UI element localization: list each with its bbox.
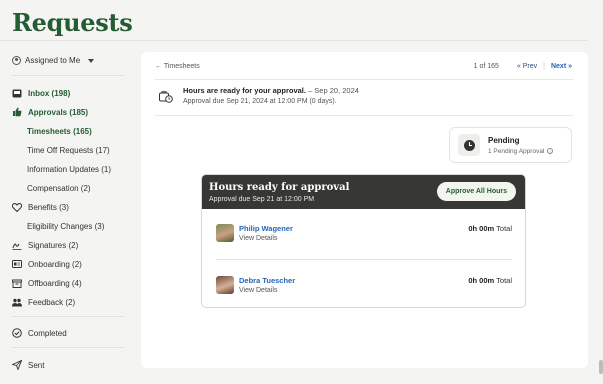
- filter-label: Assigned to Me: [25, 56, 81, 65]
- status-title: Pending: [488, 135, 520, 145]
- sidebar-item-label: Benefits (3): [28, 202, 69, 212]
- clock-icon: [458, 134, 480, 156]
- chevron-down-icon: [88, 58, 95, 63]
- sidebar-item-compensation[interactable]: Compensation (2): [27, 182, 91, 194]
- sidebar-item-label: Feedback (2): [28, 297, 76, 307]
- back-to-timesheets-link[interactable]: ← Timesheets: [155, 63, 200, 70]
- sidebar-item-label: Completed: [28, 328, 67, 338]
- divider: [12, 347, 124, 348]
- status-subtitle: 1 Pending Approval: [488, 147, 545, 155]
- heart-icon: [12, 202, 22, 212]
- sidebar-item-information-updates[interactable]: Information Updates (1): [27, 163, 111, 175]
- prev-link[interactable]: « Prev: [517, 63, 537, 70]
- sidebar-item-feedback[interactable]: Feedback (2): [12, 296, 75, 308]
- approval-panel-title: Hours ready for approval: [209, 182, 350, 193]
- approval-panel-header: Hours ready for approval Approval due Se…: [202, 175, 525, 209]
- id-card-icon: [12, 259, 22, 269]
- next-link[interactable]: Next »: [551, 63, 572, 70]
- approve-all-hours-button[interactable]: Approve All Hours: [436, 182, 516, 201]
- sidebar-item-signatures[interactable]: Signatures (2): [12, 239, 78, 251]
- sidebar-item-eligibility-changes[interactable]: Eligibility Changes (3): [27, 220, 104, 232]
- sidebar-item-label: Onboarding (2): [28, 259, 82, 269]
- sidebar-item-label: Timesheets (165): [27, 126, 92, 136]
- sidebar-item-label: Inbox (198): [28, 88, 71, 98]
- sidebar-item-label: Time Off Requests (17): [27, 145, 110, 155]
- divider: [216, 259, 512, 260]
- inbox-icon: [12, 88, 22, 98]
- sidebar-item-onboarding[interactable]: Onboarding (2): [12, 258, 82, 270]
- check-circle-icon: [12, 328, 22, 338]
- user-circle-icon: [12, 56, 21, 65]
- approval-panel: Hours ready for approval Approval due Se…: [201, 174, 526, 308]
- employee-total: 0h 00m Total: [468, 224, 512, 233]
- divider: [0, 40, 588, 41]
- view-details-link[interactable]: View Details: [239, 287, 277, 294]
- employee-name-link[interactable]: Debra Tuescher: [239, 276, 295, 285]
- divider: [12, 75, 124, 76]
- sidebar-item-label: Signatures (2): [28, 240, 79, 250]
- sidebar-item-label: Information Updates (1): [27, 164, 112, 174]
- employee-total: 0h 00m Total: [468, 276, 512, 285]
- sidebar-item-label: Approvals (185): [28, 107, 89, 117]
- sidebar-item-inbox[interactable]: Inbox (198): [12, 87, 70, 99]
- assigned-filter-dropdown[interactable]: Assigned to Me: [12, 56, 95, 65]
- sidebar-item-time-off-requests[interactable]: Time Off Requests (17): [27, 144, 110, 156]
- page-title: Requests: [12, 8, 133, 37]
- thumbs-up-icon: [12, 107, 22, 117]
- box-icon: [12, 278, 22, 288]
- divider: [12, 316, 124, 317]
- people-icon: [12, 297, 22, 307]
- sidebar-item-completed[interactable]: Completed: [12, 327, 67, 339]
- app-window: Requests Assigned to Me Inbox (198) Appr…: [0, 0, 603, 384]
- pager: 1 of 165 « Prev | Next »: [474, 63, 572, 70]
- employee-row: Philip Wagener View Details 0h 00m Total: [216, 224, 512, 250]
- sidebar-item-label: Sent: [28, 360, 45, 370]
- summary-due: Approval due Sep 21, 2024 at 12:00 PM (0…: [183, 98, 337, 105]
- send-icon: [12, 360, 22, 370]
- sidebar-item-label: Offboarding (4): [28, 278, 82, 288]
- info-icon[interactable]: i: [547, 148, 554, 154]
- summary-title: Hours are ready for your approval.: [183, 86, 306, 95]
- employee-name-link[interactable]: Philip Wagener: [239, 224, 293, 233]
- sidebar-item-offboarding[interactable]: Offboarding (4): [12, 277, 82, 289]
- employee-row: Debra Tuescher View Details 0h 00m Total: [216, 276, 512, 302]
- sidebar-item-approvals[interactable]: Approvals (185): [12, 106, 88, 118]
- request-summary: Hours are ready for your approval. – Sep…: [159, 86, 359, 105]
- request-detail-card: ← Timesheets 1 of 165 « Prev | Next » Ho…: [141, 52, 588, 368]
- pager-separator: |: [543, 63, 545, 70]
- sidebar-item-sent[interactable]: Sent: [12, 359, 44, 371]
- sidebar-item-label: Eligibility Changes (3): [27, 221, 105, 231]
- divider: [155, 115, 573, 116]
- avatar: [216, 276, 234, 294]
- timesheet-clock-icon: [159, 91, 173, 105]
- signature-icon: [12, 240, 22, 250]
- pager-count: 1 of 165: [473, 63, 499, 70]
- status-card: Pending 1 Pending Approval i: [449, 127, 572, 163]
- sidebar-item-timesheets[interactable]: Timesheets (165): [27, 125, 92, 137]
- summary-date: – Sep 20, 2024: [305, 86, 359, 95]
- approval-panel-subtitle: Approval due Sep 21 at 12:00 PM: [209, 196, 315, 203]
- avatar: [216, 224, 234, 242]
- divider: [155, 79, 573, 80]
- scrollbar[interactable]: [599, 360, 603, 374]
- sidebar-item-label: Compensation (2): [27, 183, 91, 193]
- sidebar-item-benefits[interactable]: Benefits (3): [12, 201, 69, 213]
- view-details-link[interactable]: View Details: [239, 235, 277, 242]
